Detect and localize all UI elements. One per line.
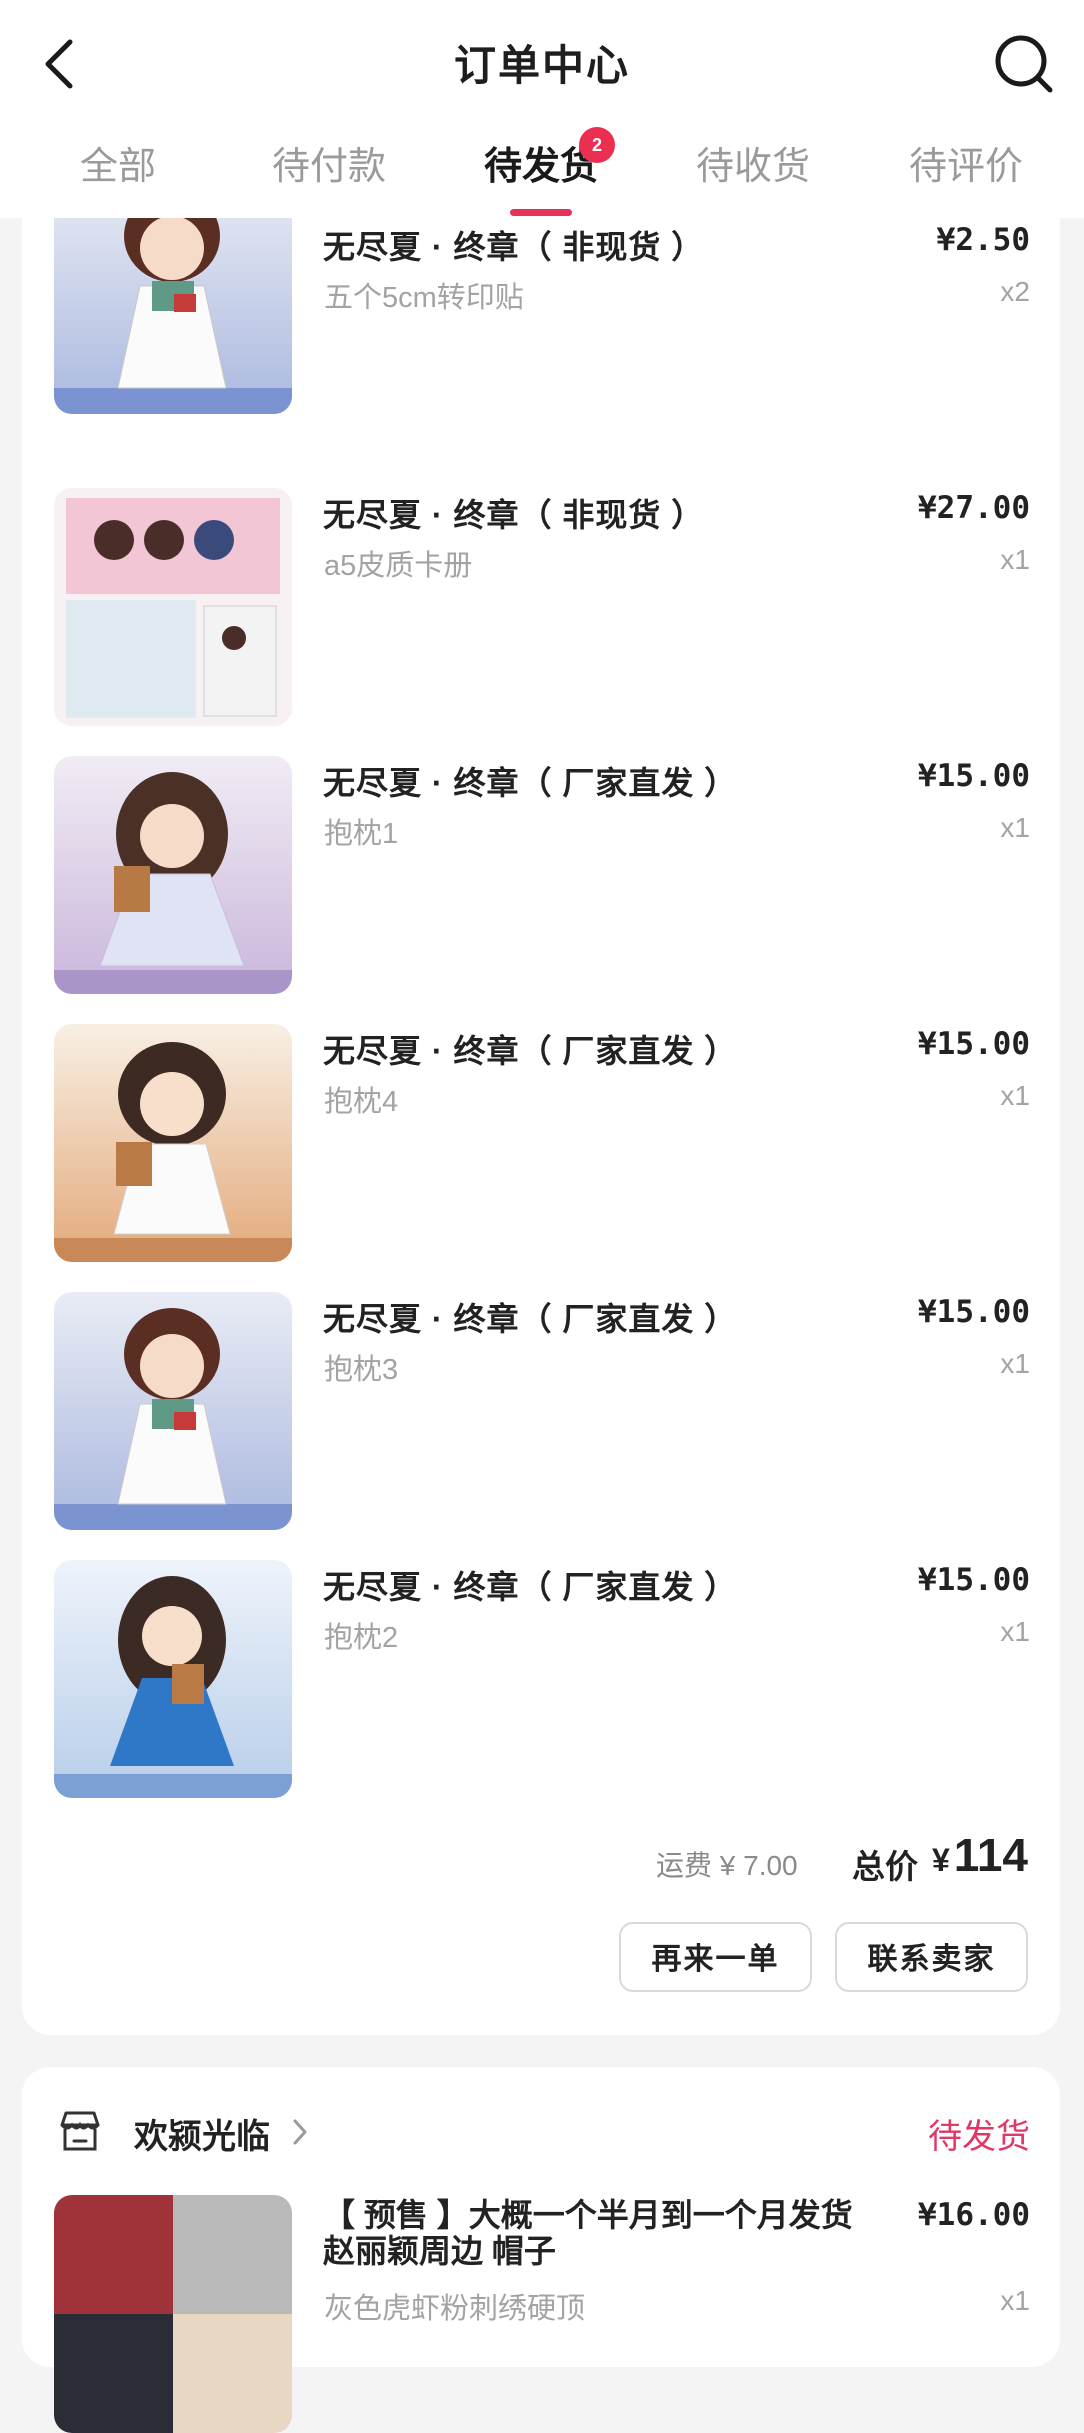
product-price: ¥27.00 <box>918 490 1030 526</box>
product-quantity: x2 <box>1000 276 1030 307</box>
list-item[interactable]: 无尽夏 · 终章（ 非现货 ） 五个5cm转印贴 ¥2.50 x2 <box>22 176 1060 462</box>
product-quantity: x1 <box>1000 2285 1030 2316</box>
list-item[interactable]: 无尽夏 · 终章（ 厂家直发 ） 抱枕3 ¥15.00 x1 <box>22 1292 1060 1534</box>
total-price: ¥114 <box>932 1828 1028 1882</box>
list-item[interactable]: 无尽夏 · 终章（ 厂家直发 ） 抱枕2 ¥15.00 x1 <box>22 1560 1060 1802</box>
product-spec: 抱枕4 <box>324 1086 399 1118</box>
product-thumbnail[interactable] <box>54 756 292 994</box>
product-quantity: x1 <box>1000 1616 1030 1647</box>
product-spec: 抱枕2 <box>324 1622 399 1654</box>
product-spec: 灰色虎虾粉刺绣硬顶 <box>324 2293 586 2325</box>
search-icon[interactable] <box>992 32 1056 96</box>
tab-count-badge: 2 <box>579 127 615 163</box>
store-icon <box>60 2111 100 2151</box>
product-name: 【 预售 】大概一个半月到一个月发货赵丽颖周边 帽子 <box>323 2197 853 2269</box>
reorder-button[interactable]: 再来一单 <box>619 1922 812 1992</box>
product-name: 无尽夏 · 终章（ 厂家直发 ） <box>323 1033 738 1069</box>
tab-pending-payment[interactable]: 待付款 <box>223 135 435 190</box>
product-thumbnail[interactable] <box>54 2195 292 2433</box>
product-name: 无尽夏 · 终章（ 厂家直发 ） <box>323 1301 738 1337</box>
tab-pending-receipt[interactable]: 待收货 <box>647 135 859 190</box>
order-tabs: 全部 待付款 待发货 待收货 待评价 <box>0 135 1084 205</box>
total-label: 总价 <box>852 1848 918 1885</box>
total-currency: ¥ <box>932 1842 950 1878</box>
product-quantity: x1 <box>1000 1348 1030 1379</box>
product-thumbnail[interactable] <box>54 488 292 726</box>
active-tab-indicator <box>510 209 572 216</box>
product-price: ¥15.00 <box>918 1026 1030 1062</box>
product-spec: 抱枕1 <box>324 818 399 850</box>
product-quantity: x1 <box>1000 812 1030 843</box>
product-name: 无尽夏 · 终章（ 厂家直发 ） <box>323 765 738 801</box>
product-name: 无尽夏 · 终章（ 非现货 ） <box>323 229 705 265</box>
chevron-right-icon[interactable] <box>290 2117 310 2147</box>
tab-pending-shipment[interactable]: 待发货 <box>435 135 647 190</box>
product-price: ¥15.00 <box>918 758 1030 794</box>
product-price: ¥15.00 <box>918 1294 1030 1330</box>
order-card[interactable]: 欢颍光临 待发货 【 预售 】大概一个半月到一个月发货赵丽颖周边 帽子 ¥16.… <box>22 2067 1060 2433</box>
product-name: 无尽夏 · 终章（ 厂家直发 ） <box>323 1569 738 1605</box>
order-card[interactable]: 无尽夏 · 终章（ 非现货 ） 五个5cm转印贴 ¥2.50 x2 无尽夏 · … <box>22 160 1060 2035</box>
product-spec: 五个5cm转印贴 <box>324 282 524 314</box>
order-status: 待发货 <box>928 2118 1030 2156</box>
product-quantity: x1 <box>1000 1080 1030 1111</box>
order-summary: 运费 ¥ 7.00 总价 ¥114 <box>22 1829 1060 1892</box>
product-thumbnail[interactable] <box>54 1292 292 1530</box>
shipping-fee: 运费 ¥ 7.00 <box>656 1850 798 1881</box>
list-item[interactable]: 无尽夏 · 终章（ 非现货 ） a5皮质卡册 ¥27.00 x1 <box>22 488 1060 730</box>
store-name[interactable]: 欢颍光临 <box>134 2109 270 2158</box>
product-name: 无尽夏 · 终章（ 非现货 ） <box>323 497 705 533</box>
list-item[interactable]: 无尽夏 · 终章（ 厂家直发 ） 抱枕1 ¥15.00 x1 <box>22 756 1060 998</box>
tab-all[interactable]: 全部 <box>12 135 224 190</box>
product-price: ¥2.50 <box>936 222 1030 258</box>
product-quantity: x1 <box>1000 544 1030 575</box>
product-thumbnail[interactable] <box>54 1560 292 1798</box>
tab-pending-review[interactable]: 待评价 <box>860 135 1072 190</box>
product-price: ¥16.00 <box>918 2197 1030 2233</box>
total-amount: 114 <box>953 1829 1029 1881</box>
product-spec: 抱枕3 <box>324 1354 399 1386</box>
contact-seller-button[interactable]: 联系卖家 <box>835 1922 1028 1992</box>
app-header: 订单中心 全部 待付款 待发货 待收货 待评价 2 <box>0 0 1084 218</box>
product-thumbnail[interactable] <box>54 1024 292 1262</box>
page-title: 订单中心 <box>453 42 630 89</box>
list-item[interactable]: 无尽夏 · 终章（ 厂家直发 ） 抱枕4 ¥15.00 x1 <box>22 1024 1060 1266</box>
product-price: ¥15.00 <box>918 1562 1030 1598</box>
product-spec: a5皮质卡册 <box>324 550 473 582</box>
